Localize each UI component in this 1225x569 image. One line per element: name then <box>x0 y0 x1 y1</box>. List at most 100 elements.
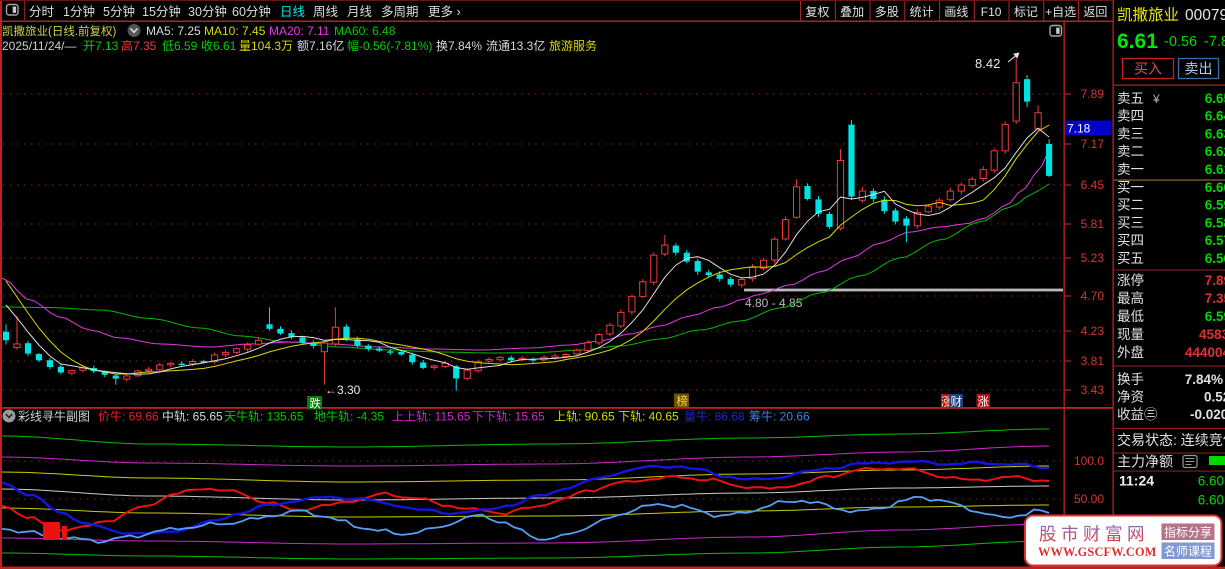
svg-text:统计: 统计 <box>910 5 934 19</box>
svg-text:买三: 买三 <box>1117 215 1144 230</box>
svg-text:多股: 多股 <box>875 5 899 19</box>
svg-text:低6.59: 低6.59 <box>162 39 198 53</box>
svg-text:高7.35: 高7.35 <box>121 38 157 53</box>
svg-text:换7.84%: 换7.84% <box>436 39 482 53</box>
svg-text:主力净额: 主力净额 <box>1117 454 1173 470</box>
svg-text:外盘: 外盘 <box>1117 344 1144 360</box>
svg-text:筹牛: 20.66: 筹牛: 20.66 <box>749 409 810 424</box>
svg-text:涨: 涨 <box>978 396 990 409</box>
svg-text:量104.3万: 量104.3万 <box>239 39 293 53</box>
svg-text:收益㊂: 收益㊂ <box>1117 407 1158 422</box>
svg-text:现量: 现量 <box>1117 327 1144 342</box>
svg-text:买二: 买二 <box>1117 198 1144 213</box>
svg-text:旅游服务: 旅游服务 <box>549 38 597 53</box>
svg-text:卖出: 卖出 <box>1185 61 1213 77</box>
svg-text:买四: 买四 <box>1117 233 1144 248</box>
svg-text:-0.020: -0.020 <box>1190 407 1225 422</box>
svg-text:指标分享: 指标分享 <box>1164 525 1212 540</box>
svg-text:60分钟: 60分钟 <box>232 4 271 19</box>
svg-text:收6.61: 收6.61 <box>201 39 237 53</box>
svg-text:0.527: 0.527 <box>1204 390 1225 405</box>
svg-text:7.89: 7.89 <box>1205 273 1225 288</box>
svg-text:6.60: 6.60 <box>1198 474 1224 489</box>
svg-text:天牛轨: 135.65: 天牛轨: 135.65 <box>224 409 304 424</box>
svg-text:000796: 000796 <box>1185 7 1225 24</box>
svg-text:6.59: 6.59 <box>1205 198 1225 213</box>
svg-text:卖二: 卖二 <box>1117 144 1144 159</box>
svg-text:流通13.3亿: 流通13.3亿 <box>486 38 545 53</box>
svg-text:更多 ›: 更多 › <box>428 5 461 19</box>
svg-text:-7.81%: -7.81% <box>1204 34 1225 50</box>
svg-text:6.62: 6.62 <box>1205 144 1225 159</box>
svg-text:30分钟: 30分钟 <box>188 4 227 19</box>
svg-text:6.64: 6.64 <box>1205 109 1225 124</box>
svg-text:4583: 4583 <box>1199 327 1225 342</box>
svg-text:MA20: 7.11: MA20: 7.11 <box>269 24 330 38</box>
svg-text:额7.16亿: 额7.16亿 <box>297 38 344 53</box>
svg-text:换手: 换手 <box>1117 372 1144 387</box>
svg-text:股市财富网: 股市财富网 <box>1039 524 1149 544</box>
svg-text:6.61: 6.61 <box>1117 30 1158 53</box>
svg-text:叠加: 叠加 <box>840 5 864 19</box>
svg-text:6.57: 6.57 <box>1205 233 1225 248</box>
svg-text:周线: 周线 <box>313 5 339 19</box>
svg-text:买一: 买一 <box>1117 180 1144 195</box>
svg-text:3.43: 3.43 <box>1081 383 1105 397</box>
svg-text:6.60: 6.60 <box>1205 180 1225 195</box>
svg-text:4.70: 4.70 <box>1081 289 1105 303</box>
svg-text:¥: ¥ <box>1152 92 1160 106</box>
svg-text:卖五: 卖五 <box>1117 91 1144 106</box>
svg-text:1分钟: 1分钟 <box>63 4 95 19</box>
svg-text:5.23: 5.23 <box>1081 251 1105 265</box>
svg-text:凯撒旅业(日线.前复权): 凯撒旅业(日线.前复权) <box>2 24 117 38</box>
svg-text:卖三: 卖三 <box>1117 126 1144 141</box>
svg-text:下轨: 40.65: 下轨: 40.65 <box>618 410 679 424</box>
svg-text:4.80 - 4.85: 4.80 - 4.85 <box>745 296 803 310</box>
svg-text:卖四: 卖四 <box>1117 109 1144 124</box>
svg-text:标记: 标记 <box>1014 5 1038 19</box>
svg-text:7.35: 7.35 <box>1205 291 1225 306</box>
svg-text:6.58: 6.58 <box>1205 215 1225 230</box>
svg-text:7.18: 7.18 <box>1067 122 1091 136</box>
svg-text:WWW.GSCFW.COM: WWW.GSCFW.COM <box>1038 545 1157 559</box>
svg-text:画线: 画线 <box>944 5 968 19</box>
svg-text:4.23: 4.23 <box>1081 324 1105 338</box>
svg-text:买五: 买五 <box>1117 251 1144 266</box>
svg-text:日线: 日线 <box>280 5 306 19</box>
svg-text:凯撒旅业: 凯撒旅业 <box>1117 6 1179 24</box>
svg-text:11:24: 11:24 <box>1119 473 1154 489</box>
svg-text:彩线寻牛副图: 彩线寻牛副图 <box>18 409 90 424</box>
svg-text:交易状态: 连续竞价: 交易状态: 连续竞价 <box>1117 432 1225 448</box>
svg-text:444004: 444004 <box>1185 345 1225 360</box>
svg-text:卖一: 卖一 <box>1117 162 1144 177</box>
svg-text:←3.30: ←3.30 <box>325 383 361 397</box>
svg-text:-0.56: -0.56 <box>1164 34 1197 50</box>
svg-text:MA60: 6.48: MA60: 6.48 <box>334 24 396 38</box>
svg-text:+自选: +自选 <box>1045 5 1076 19</box>
svg-text:分时: 分时 <box>29 5 55 19</box>
svg-text:7.89: 7.89 <box>1081 87 1105 101</box>
svg-text:F10: F10 <box>981 5 1002 19</box>
svg-text:复权: 复权 <box>805 5 829 19</box>
svg-text:6.59: 6.59 <box>1205 309 1225 324</box>
svg-text:榜: 榜 <box>677 394 689 408</box>
svg-text:6.60: 6.60 <box>1198 493 1224 508</box>
svg-text:3.81: 3.81 <box>1081 354 1105 368</box>
svg-text:上上轨: 115.65: 上上轨: 115.65 <box>392 410 471 424</box>
svg-text:2025/11/24/—: 2025/11/24/— <box>2 39 77 53</box>
svg-text:7.84%: 7.84% <box>1185 372 1223 387</box>
svg-text:月线: 月线 <box>347 5 373 19</box>
svg-text:最高: 最高 <box>1117 290 1144 306</box>
svg-text:50.00: 50.00 <box>1074 492 1104 506</box>
svg-text:7.17: 7.17 <box>1081 137 1105 151</box>
svg-text:涨停: 涨停 <box>1117 272 1144 288</box>
svg-text:开7.13: 开7.13 <box>83 39 119 53</box>
svg-text:价牛: 69.66: 价牛: 69.66 <box>98 409 159 424</box>
svg-text:名师课程: 名师课程 <box>1164 544 1212 559</box>
svg-text:5.81: 5.81 <box>1081 217 1105 231</box>
svg-text:MA5: 7.25: MA5: 7.25 <box>146 24 201 38</box>
svg-text:净资: 净资 <box>1117 390 1144 405</box>
svg-text:中轨: 65.65: 中轨: 65.65 <box>162 409 223 424</box>
svg-text:地牛轨: -4.35: 地牛轨: -4.35 <box>314 409 384 424</box>
svg-text:5分钟: 5分钟 <box>103 4 135 19</box>
